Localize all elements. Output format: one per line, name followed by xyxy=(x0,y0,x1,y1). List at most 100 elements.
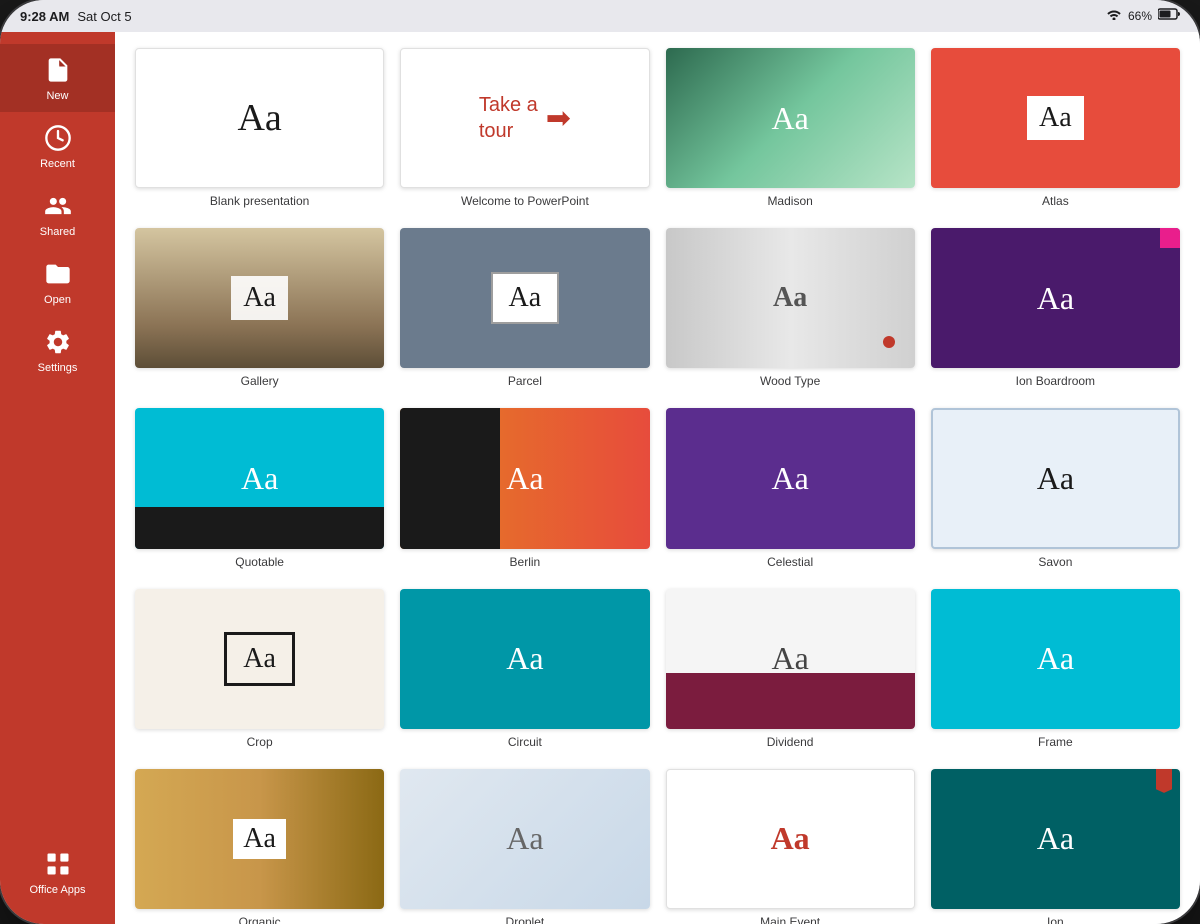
sidebar-label-settings: Settings xyxy=(38,362,78,374)
battery-icon xyxy=(1158,7,1180,25)
template-name-celestial: Celestial xyxy=(767,555,813,569)
template-name-woodtype: Wood Type xyxy=(760,374,820,388)
template-item-woodtype[interactable]: Aa Wood Type xyxy=(666,228,915,388)
sidebar: New Recent Shared xyxy=(0,32,115,924)
template-name-ion: Ion xyxy=(1047,915,1064,924)
sidebar-item-open[interactable]: Open xyxy=(0,248,115,316)
template-name-berlin: Berlin xyxy=(510,555,541,569)
template-thumb-celestial: Aa xyxy=(666,408,915,548)
sidebar-item-settings[interactable]: Settings xyxy=(0,316,115,384)
dividend-aa: Aa xyxy=(771,640,808,677)
template-item-madison[interactable]: Aa Madison xyxy=(666,48,915,208)
tour-line1: Take a xyxy=(479,92,538,118)
recent-icon xyxy=(42,122,74,154)
template-item-savon[interactable]: Aa Savon xyxy=(931,408,1180,568)
template-name-savon: Savon xyxy=(1038,555,1072,569)
tour-arrow-icon: ➡ xyxy=(546,101,571,136)
template-item-quotable[interactable]: Aa Quotable xyxy=(135,408,384,568)
main-event-aa: Aa xyxy=(771,820,810,857)
template-thumb-berlin: Aa xyxy=(400,408,649,548)
status-bar: 9:28 AM Sat Oct 5 66% xyxy=(0,0,1200,32)
parcel-box: Aa xyxy=(491,272,560,324)
template-thumb-crop: Aa xyxy=(135,589,384,729)
sidebar-item-shared[interactable]: Shared xyxy=(0,180,115,248)
template-item-celestial[interactable]: Aa Celestial xyxy=(666,408,915,568)
ion-bookmark xyxy=(1156,769,1172,793)
template-thumb-savon: Aa xyxy=(931,408,1180,548)
template-thumb-gallery: Aa xyxy=(135,228,384,368)
sidebar-item-recent[interactable]: Recent xyxy=(0,112,115,180)
sidebar-label-open: Open xyxy=(44,294,71,306)
template-thumb-organic: Aa xyxy=(135,769,384,909)
quotable-aa: Aa xyxy=(241,460,278,497)
sidebar-label-new: New xyxy=(46,90,68,102)
gallery-aa: Aa xyxy=(243,282,276,313)
template-thumb-atlas: Aa xyxy=(931,48,1180,188)
ion-aa: Aa xyxy=(1037,820,1074,857)
parcel-aa: Aa xyxy=(509,282,542,313)
template-name-circuit: Circuit xyxy=(508,735,542,749)
template-name-main-event: Main Event xyxy=(760,915,820,924)
template-name-quotable: Quotable xyxy=(235,555,284,569)
office-apps-icon xyxy=(42,848,74,880)
crop-aa: Aa xyxy=(243,643,276,674)
template-name-blank: Blank presentation xyxy=(210,194,309,208)
template-name-droplet: Droplet xyxy=(506,915,545,924)
template-thumb-woodtype: Aa xyxy=(666,228,915,368)
template-item-tour[interactable]: Take a tour ➡ Welcome to PowerPoint xyxy=(400,48,649,208)
madison-aa: Aa xyxy=(771,100,808,137)
template-item-atlas[interactable]: Aa Atlas xyxy=(931,48,1180,208)
device-frame: 9:28 AM Sat Oct 5 66% xyxy=(0,0,1200,924)
tour-line2: tour xyxy=(479,118,538,144)
template-item-dividend[interactable]: Aa Dividend xyxy=(666,589,915,749)
template-item-droplet[interactable]: Aa Droplet xyxy=(400,769,649,924)
template-item-circuit[interactable]: Aa Circuit xyxy=(400,589,649,749)
main-layout: New Recent Shared xyxy=(0,32,1200,924)
template-name-organic: Organic xyxy=(239,915,281,924)
sidebar-item-office-apps[interactable]: Office Apps xyxy=(0,838,115,912)
template-thumb-blank: Aa xyxy=(135,48,384,188)
template-name-atlas: Atlas xyxy=(1042,194,1069,208)
template-name-ion-boardroom: Ion Boardroom xyxy=(1016,374,1095,388)
template-item-ion-boardroom[interactable]: Aa Ion Boardroom xyxy=(931,228,1180,388)
template-thumb-tour: Take a tour ➡ xyxy=(400,48,649,188)
template-item-ion[interactable]: Aa Ion xyxy=(931,769,1180,924)
settings-icon xyxy=(42,326,74,358)
template-thumb-dividend: Aa xyxy=(666,589,915,729)
template-thumb-droplet: Aa xyxy=(400,769,649,909)
woodtype-aa: Aa xyxy=(773,282,807,314)
tour-text-block: Take a tour xyxy=(479,92,538,144)
berlin-aa: Aa xyxy=(506,460,543,497)
ion-boardroom-aa: Aa xyxy=(1037,280,1074,317)
template-item-blank[interactable]: Aa Blank presentation xyxy=(135,48,384,208)
screen: 9:28 AM Sat Oct 5 66% xyxy=(0,0,1200,924)
new-icon xyxy=(42,54,74,86)
template-name-frame: Frame xyxy=(1038,735,1073,749)
sidebar-label-recent: Recent xyxy=(40,158,75,170)
savon-aa: Aa xyxy=(1037,460,1074,497)
atlas-aa: Aa xyxy=(1039,102,1072,133)
template-item-organic[interactable]: Aa Organic xyxy=(135,769,384,924)
template-item-main-event[interactable]: Aa Main Event xyxy=(666,769,915,924)
template-thumb-ion: Aa xyxy=(931,769,1180,909)
ion-boardroom-corner xyxy=(1160,228,1180,248)
template-item-gallery[interactable]: Aa Gallery xyxy=(135,228,384,388)
wood-dot xyxy=(883,336,895,348)
template-thumb-ion-boardroom: Aa xyxy=(931,228,1180,368)
blank-aa: Aa xyxy=(237,96,281,140)
template-thumb-quotable: Aa xyxy=(135,408,384,548)
template-name-gallery: Gallery xyxy=(241,374,279,388)
crop-frame: Aa xyxy=(224,632,295,686)
organic-aa: Aa xyxy=(243,823,276,854)
sidebar-item-new[interactable]: New xyxy=(0,44,115,112)
template-thumb-main-event: Aa xyxy=(666,769,915,909)
battery-percent: 66% xyxy=(1128,9,1152,23)
template-item-frame[interactable]: Aa Frame xyxy=(931,589,1180,749)
celestial-aa: Aa xyxy=(771,460,808,497)
template-item-parcel[interactable]: Aa Parcel xyxy=(400,228,649,388)
frame-aa: Aa xyxy=(1037,640,1074,677)
content-area[interactable]: Aa Blank presentation Take a tour xyxy=(115,32,1200,924)
droplet-aa: Aa xyxy=(506,820,543,857)
template-item-crop[interactable]: Aa Crop xyxy=(135,589,384,749)
template-item-berlin[interactable]: Aa Berlin xyxy=(400,408,649,568)
